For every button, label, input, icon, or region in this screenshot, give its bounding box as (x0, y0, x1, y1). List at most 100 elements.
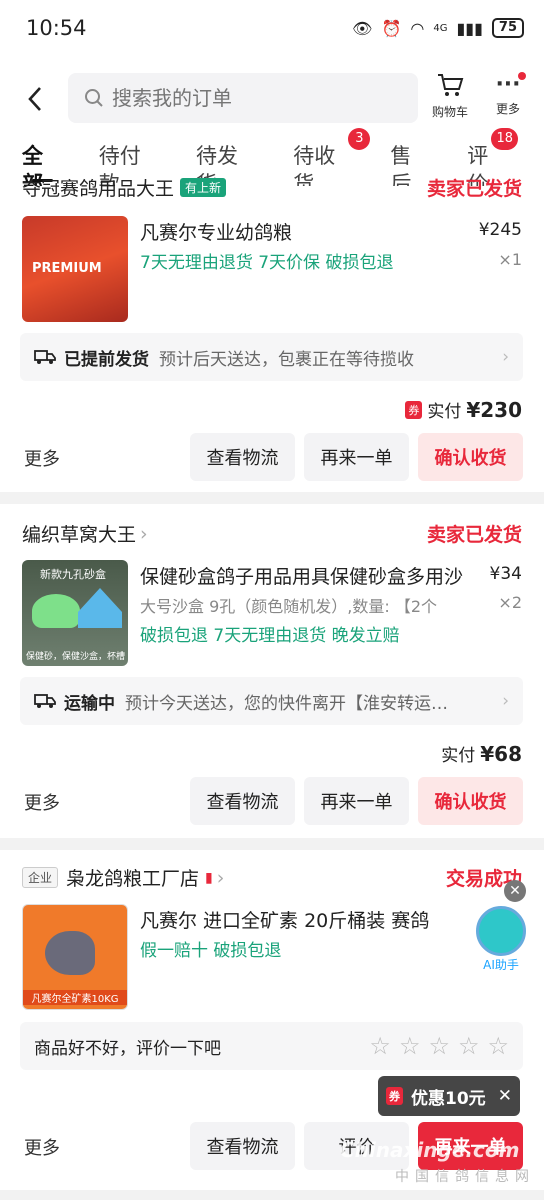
product-title[interactable]: 凡赛尔专业幼鸽粮 (140, 218, 292, 245)
alarm-icon: ⏰ (381, 18, 402, 38)
service-tags: 假一赔十 破损包退 (140, 941, 282, 961)
service-tags: 7天无理由退货 7天价保 破损包退 (140, 253, 394, 273)
tab-badge: 18 (491, 128, 518, 150)
ai-assistant-label: AI助手 (483, 958, 519, 972)
coupon-icon: 券 (405, 400, 423, 419)
search-icon (85, 89, 103, 107)
logistics-label: 运输中 (64, 693, 115, 714)
logistics-desc: 预计今天送达，您的快件离开【淮安转运… (125, 693, 448, 714)
status-icons: 👁 ⏰ ◠ 4G ▮▮▮ 75 (352, 18, 524, 38)
star-icon[interactable]: ☆ (369, 1032, 391, 1060)
product-image-text: PREMIUM (32, 261, 102, 276)
tab-badge: 3 (348, 128, 371, 150)
view-logistics-button[interactable]: 查看物流 (190, 433, 295, 481)
confirm-receipt-button[interactable]: 确认收货 (418, 433, 523, 481)
order-status: 卖家已发货 (426, 178, 522, 200)
order-status: 卖家已发货 (426, 524, 522, 546)
chevron-right-icon: › (502, 347, 509, 367)
shop-row[interactable]: 企业 枭龙鸽粮工厂店 ▮ › 交易成功 (22, 864, 522, 891)
search-box[interactable] (68, 73, 418, 123)
more-actions-link[interactable]: 更多 (24, 445, 60, 471)
signal-label: 4G (433, 22, 448, 34)
sand-box-green-shape (32, 594, 80, 628)
star-icon[interactable]: ☆ (487, 1032, 509, 1060)
order-card[interactable]: 编织草窝大王 › 卖家已发货 新款九孔砂盒 保健砂，保健沙盒，杯槽 保健砂盒鸽子… (0, 504, 544, 838)
more-dots-icon: ··· (495, 72, 521, 97)
logistics-label: 已提前发货 (64, 349, 149, 370)
star-icon[interactable]: ☆ (458, 1032, 480, 1060)
shop-name: 编织草窝大王 (22, 524, 137, 546)
back-button[interactable] (0, 56, 70, 142)
sand-box-blue-shape (78, 588, 122, 628)
close-icon[interactable]: ✕ (498, 1086, 512, 1106)
shop-name: 枭龙鸽粮工厂店 (66, 868, 200, 890)
reorder-button[interactable]: 再来一单 (304, 777, 409, 825)
service-tags: 破损包退 7天无理由退货 晚发立赔 (140, 626, 400, 646)
product-title[interactable]: 保健砂盒鸽子用品用具保健砂盒多用沙 (140, 562, 485, 589)
review-bar[interactable]: 商品好不好，评价一下吧 ☆ ☆ ☆ ☆ ☆ (20, 1022, 523, 1070)
eye-icon: 👁 (352, 18, 373, 38)
view-logistics-button[interactable]: 查看物流 (190, 777, 295, 825)
enterprise-tag: 企业 (22, 867, 59, 888)
more-actions-link[interactable]: 更多 (24, 789, 60, 815)
bird-icon (45, 931, 95, 975)
product-image-text: 新款九孔砂盒 (40, 568, 106, 581)
notification-dot (518, 72, 526, 80)
logistics-desc: 预计后天送达，包裹正在等待揽收 (159, 349, 414, 370)
paid-amount: ¥68 (480, 741, 522, 766)
rank-bars-icon: ▮ (205, 869, 213, 886)
logistics-bar[interactable]: 已提前发货 预计后天送达，包裹正在等待揽收 › (20, 333, 523, 381)
product-image-caption: 凡赛尔全矿素10KG (23, 990, 127, 1005)
paid-amount: ¥230 (466, 397, 522, 422)
coupon-toast-text: 优惠10元 (411, 1088, 486, 1109)
truck-icon (34, 350, 56, 364)
chevron-right-icon: › (502, 691, 509, 711)
product-price: ¥245 (478, 220, 522, 240)
paid-prefix: 实付 (427, 402, 462, 422)
product-image[interactable]: 凡赛尔全矿素10KG (22, 904, 128, 1010)
cart-label: 购物车 (431, 105, 468, 119)
star-icon[interactable]: ☆ (399, 1032, 421, 1060)
product-image[interactable]: PREMIUM (22, 216, 128, 322)
chevron-right-icon: › (216, 866, 225, 889)
ai-assistant-button[interactable]: ✕ AI助手 (472, 880, 530, 973)
back-arrow-icon (28, 87, 41, 111)
more-button[interactable]: ··· 更多 (478, 72, 538, 117)
view-logistics-button[interactable]: 查看物流 (190, 1122, 295, 1170)
wifi-icon: ◠ (410, 18, 425, 38)
confirm-receipt-button[interactable]: 确认收货 (418, 777, 523, 825)
signal-icon: ▮▮▮ (456, 18, 483, 38)
paid-prefix: 实付 (441, 746, 476, 766)
truck-icon (34, 694, 56, 708)
status-time: 10:54 (26, 16, 87, 40)
search-input[interactable] (112, 86, 392, 110)
watermark-subtext: 中国信鸽信息网 (395, 1169, 535, 1185)
product-image-caption: 保健砂，保健沙盒，杯槽 (26, 652, 126, 662)
logistics-bar[interactable]: 运输中 预计今天送达，您的快件离开【淮安转运… › (20, 677, 523, 725)
cart-button[interactable]: 购物车 (420, 72, 480, 120)
more-actions-link[interactable]: 更多 (24, 1134, 60, 1160)
shop-name: 夺冠赛鸽用品大王 (22, 178, 175, 200)
chevron-right-icon: › (140, 522, 148, 545)
product-spec: 大号沙盒 9孔（颜色随机发）,数量: 【2个 (140, 597, 438, 616)
product-title[interactable]: 凡赛尔 进口全矿素 20斤桶装 赛鸽 (140, 906, 450, 933)
reorder-button[interactable]: 再来一单 (304, 433, 409, 481)
product-image[interactable]: 新款九孔砂盒 保健砂，保健沙盒，杯槽 (22, 560, 128, 666)
status-bar: 10:54 👁 ⏰ ◠ 4G ▮▮▮ 75 (0, 0, 544, 56)
star-rating[interactable]: ☆ ☆ ☆ ☆ ☆ (369, 1032, 509, 1060)
star-icon[interactable]: ☆ (428, 1032, 450, 1060)
more-label: 更多 (495, 102, 520, 116)
product-qty: ×2 (498, 593, 522, 612)
coupon-icon: 券 (386, 1087, 403, 1105)
shop-tag: 有上新 (180, 178, 227, 197)
product-qty: ×1 (498, 250, 522, 269)
paid-amount-row: 券 实付 ¥230 (405, 397, 522, 422)
order-card[interactable]: 夺冠赛鸽用品大王 有上新 卖家已发货 PREMIUM 凡赛尔专业幼鸽粮 ¥245… (0, 178, 544, 492)
top-bar: 购物车 ··· 更多 (0, 56, 544, 142)
coupon-toast[interactable]: 券 优惠10元 ✕ (378, 1076, 520, 1116)
close-icon[interactable]: ✕ (504, 880, 526, 902)
review-prompt: 商品好不好，评价一下吧 (34, 1038, 221, 1059)
shop-row[interactable]: 编织草窝大王 › 卖家已发货 (22, 520, 522, 547)
product-price: ¥34 (489, 564, 522, 584)
shop-row[interactable]: 夺冠赛鸽用品大王 有上新 卖家已发货 (22, 174, 522, 201)
